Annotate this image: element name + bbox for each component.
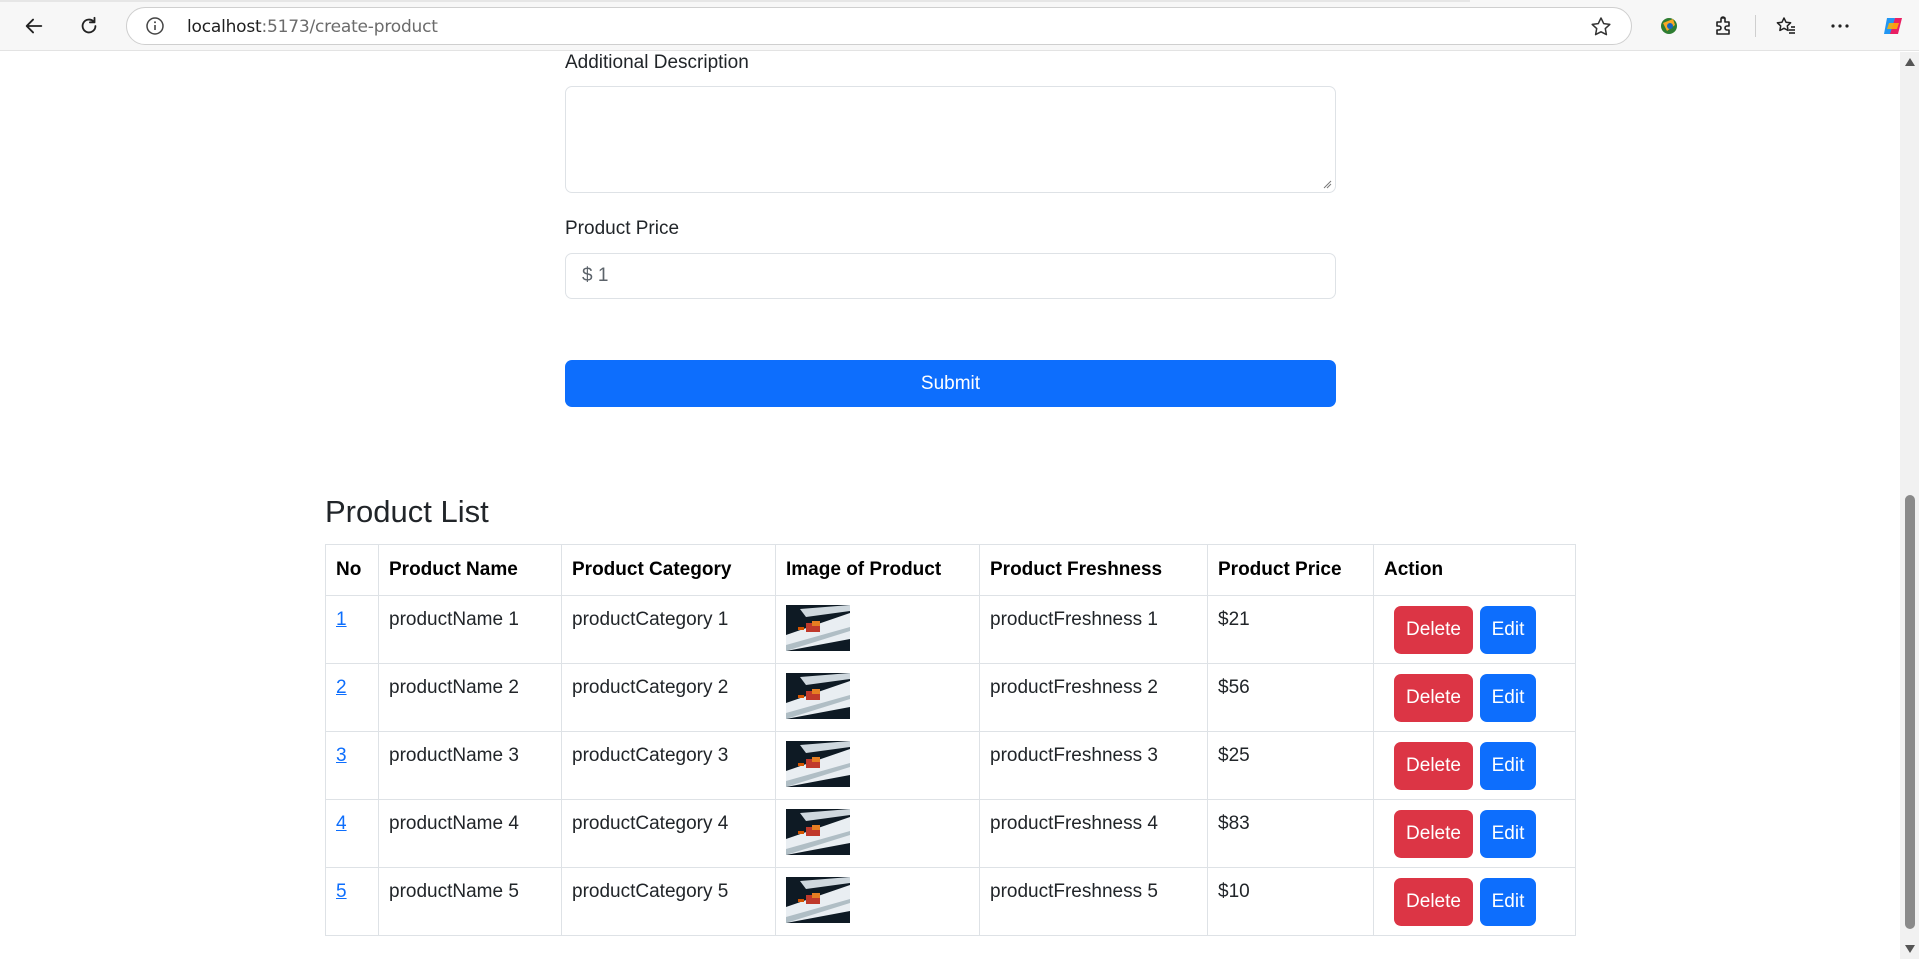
more-icon: [1831, 24, 1849, 28]
product-price-label: Product Price: [565, 218, 680, 239]
delete-button[interactable]: Delete: [1394, 878, 1473, 926]
edit-button[interactable]: Edit: [1480, 606, 1536, 654]
page-content: Additional Description Product Price $ 1…: [0, 52, 1900, 959]
favorites-icon: [1776, 17, 1795, 34]
product-name-cell: productName 5: [378, 867, 562, 936]
copilot-icon: [1884, 18, 1902, 34]
edit-button[interactable]: Edit: [1480, 878, 1536, 926]
product-table: No Product Name Product Category Image o…: [325, 544, 1576, 936]
row-number-link[interactable]: 4: [336, 813, 347, 834]
table-row: 3 productName 3 productCategory 3 produc…: [325, 731, 1576, 800]
column-header-image: Image of Product: [775, 544, 980, 596]
browser-toolbar: localhost:5173/create-product: [0, 0, 1919, 51]
column-header-action: Action: [1373, 544, 1576, 596]
edit-button[interactable]: Edit: [1480, 674, 1536, 722]
column-header-product-name: Product Name: [378, 544, 562, 596]
edit-button[interactable]: Edit: [1480, 742, 1536, 790]
more-button[interactable]: [1826, 12, 1854, 40]
reload-icon: [81, 16, 97, 34]
action-cell: Delete Edit: [1373, 663, 1576, 732]
info-icon[interactable]: [145, 16, 165, 36]
column-header-price: Product Price: [1207, 544, 1374, 596]
product-price-cell: $83: [1207, 799, 1374, 868]
product-price-cell: $10: [1207, 867, 1374, 936]
column-header-product-category: Product Category: [561, 544, 776, 596]
product-freshness-cell: productFreshness 5: [979, 867, 1208, 936]
product-name-cell: productName 3: [378, 731, 562, 800]
product-category-cell: productCategory 5: [561, 867, 776, 936]
product-thumbnail: [786, 809, 850, 855]
table-row: 4 productName 4 productCategory 4 produc…: [325, 799, 1576, 868]
product-price-cell: $21: [1207, 595, 1374, 664]
favorites-button[interactable]: [1772, 12, 1800, 40]
reload-button[interactable]: [73, 10, 105, 42]
row-number-link[interactable]: 1: [336, 609, 347, 630]
additional-description-textarea[interactable]: [565, 86, 1336, 193]
product-name-cell: productName 4: [378, 799, 562, 868]
vertical-scrollbar[interactable]: [1900, 52, 1919, 959]
product-freshness-cell: productFreshness 1: [979, 595, 1208, 664]
product-price-cell: $25: [1207, 731, 1374, 800]
extensions-button[interactable]: [1710, 12, 1738, 40]
product-thumbnail: [786, 605, 850, 651]
product-freshness-cell: productFreshness 3: [979, 731, 1208, 800]
scroll-up-arrow-icon[interactable]: [1905, 58, 1915, 66]
product-category-cell: productCategory 4: [561, 799, 776, 868]
star-icon[interactable]: [1589, 15, 1613, 39]
table-row: 5 productName 5 productCategory 5 produc…: [325, 867, 1576, 936]
product-thumbnail: [786, 877, 850, 923]
action-cell: Delete Edit: [1373, 799, 1576, 868]
extension-button[interactable]: [1655, 12, 1683, 40]
puzzle-icon: [1716, 16, 1730, 35]
additional-description-label: Additional Description: [565, 52, 749, 73]
action-cell: Delete Edit: [1373, 595, 1576, 664]
table-header-row: No Product Name Product Category Image o…: [325, 544, 1576, 596]
product-image-cell: [775, 867, 980, 936]
product-image-cell: [775, 663, 980, 732]
action-cell: Delete Edit: [1373, 731, 1576, 800]
row-number-link[interactable]: 3: [336, 745, 347, 766]
product-image-cell: [775, 731, 980, 800]
row-number-link[interactable]: 2: [336, 677, 347, 698]
product-name-cell: productName 2: [378, 663, 562, 732]
product-freshness-cell: productFreshness 2: [979, 663, 1208, 732]
edit-button[interactable]: Edit: [1480, 810, 1536, 858]
delete-button[interactable]: Delete: [1394, 674, 1473, 722]
resize-grip-icon[interactable]: [1322, 179, 1332, 189]
address-bar[interactable]: localhost:5173/create-product: [126, 7, 1632, 45]
url-host: localhost: [187, 17, 262, 37]
delete-button[interactable]: Delete: [1394, 810, 1473, 858]
tab-strip-edge: [0, 0, 1470, 2]
url-text[interactable]: localhost:5173/create-product: [187, 17, 438, 37]
row-number-link[interactable]: 5: [336, 881, 347, 902]
submit-button[interactable]: Submit: [565, 360, 1336, 407]
product-thumbnail: [786, 673, 850, 719]
table-row: 2 productName 2 productCategory 2 produc…: [325, 663, 1576, 732]
scrollbar-thumb[interactable]: [1905, 495, 1915, 929]
product-category-cell: productCategory 3: [561, 731, 776, 800]
extension-colorful-icon: [1661, 18, 1677, 34]
url-path: :5173/create-product: [261, 17, 438, 37]
product-price-input[interactable]: $ 1: [565, 253, 1336, 299]
product-image-cell: [775, 595, 980, 664]
delete-button[interactable]: Delete: [1394, 742, 1473, 790]
product-category-cell: productCategory 2: [561, 663, 776, 732]
product-category-cell: productCategory 1: [561, 595, 776, 664]
product-name-cell: productName 1: [378, 595, 562, 664]
product-image-cell: [775, 799, 980, 868]
back-arrow-icon: [25, 18, 43, 34]
product-thumbnail: [786, 741, 850, 787]
delete-button[interactable]: Delete: [1394, 606, 1473, 654]
action-cell: Delete Edit: [1373, 867, 1576, 936]
column-header-no: No: [325, 544, 379, 596]
product-price-cell: $56: [1207, 663, 1374, 732]
scroll-down-arrow-icon[interactable]: [1905, 945, 1915, 953]
column-header-freshness: Product Freshness: [979, 544, 1208, 596]
product-list-title: Product List: [325, 494, 489, 529]
back-button[interactable]: [18, 10, 50, 42]
product-freshness-cell: productFreshness 4: [979, 799, 1208, 868]
copilot-button[interactable]: [1879, 12, 1907, 40]
toolbar-separator: [1755, 15, 1756, 37]
table-row: 1 productName 1 productCategory 1 produc…: [325, 595, 1576, 664]
